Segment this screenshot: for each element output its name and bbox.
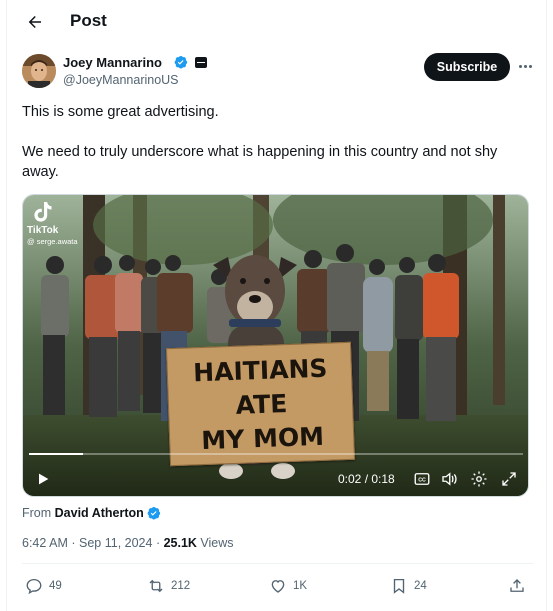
post-time[interactable]: 6:42 AM — [22, 536, 68, 550]
video-timecode: 0:02 / 0:18 — [338, 472, 395, 486]
page-title: Post — [70, 11, 107, 30]
heart-icon — [271, 580, 285, 593]
play-icon[interactable] — [35, 471, 51, 487]
captions-icon[interactable]: CC — [413, 470, 431, 488]
video-player[interactable]: TikTok @ serge.awata HAITIANS ATE MY MOM… — [22, 194, 529, 497]
video-progress-bar[interactable] — [29, 453, 523, 455]
repost-count: 212 — [171, 580, 191, 592]
bookmark-button[interactable]: 24 — [390, 575, 427, 597]
settings-gear-icon[interactable] — [470, 470, 488, 488]
cardboard-sign: HAITIANS ATE MY MOM — [165, 341, 356, 467]
attribution-prefix: From — [22, 506, 52, 520]
views-count: 25.1K — [163, 536, 197, 550]
repost-button[interactable]: 212 — [147, 575, 190, 597]
fullscreen-icon[interactable] — [500, 470, 518, 488]
post-date[interactable]: Sep 11, 2024 — [79, 536, 152, 550]
tiktok-logo-icon — [33, 201, 53, 223]
video-attribution: From David Atherton — [22, 503, 161, 520]
author-row: Joey Mannarino @JoeyMannarinoUS Subscrib… — [22, 53, 537, 90]
reply-button[interactable]: 49 — [25, 575, 62, 597]
divider — [22, 563, 534, 564]
post-meta: 6:42 AM · Sep 11, 2024 · 25.1K Views — [22, 536, 234, 550]
watermark-username: @ serge.awata — [27, 237, 78, 246]
like-button[interactable]: 1K — [269, 575, 307, 597]
avatar[interactable] — [22, 54, 56, 88]
svg-text:CC: CC — [418, 478, 426, 484]
reply-count: 49 — [49, 580, 62, 592]
volume-icon[interactable] — [440, 470, 458, 488]
share-icon — [510, 579, 524, 592]
subscribe-button[interactable]: Subscribe — [424, 53, 510, 81]
avatar-image — [22, 54, 56, 88]
sign-text-line: MY MOM — [200, 421, 325, 456]
more-options-icon[interactable] — [515, 56, 535, 76]
video-progress-fill — [29, 453, 84, 455]
arrow-left-icon — [28, 16, 41, 28]
like-count: 1K — [293, 580, 308, 592]
affiliation-badge-icon — [195, 57, 207, 68]
sign-text-line: HAITIANS — [192, 353, 328, 388]
verified-badge-icon — [147, 507, 161, 520]
tweet-line: We need to truly underscore what is happ… — [22, 144, 498, 180]
header-bar: Post — [7, 0, 548, 44]
verified-badge-icon — [174, 56, 188, 69]
sign-text-line: ATE — [235, 389, 288, 420]
watermark-app-name: TikTok — [27, 225, 59, 236]
share-button[interactable] — [508, 575, 526, 597]
author-name[interactable]: Joey Mannarino — [63, 55, 162, 70]
bookmark-icon — [393, 578, 405, 594]
repost-icon — [149, 579, 163, 593]
attribution-name[interactable]: David Atherton — [55, 506, 144, 520]
tweet-text: This is some great advertising. We need … — [22, 102, 532, 202]
tweet-line: This is some great advertising. — [22, 104, 219, 120]
views-label: Views — [200, 536, 234, 550]
post-column: Post Joey Mannarino @JoeyMannarinoUS Sub… — [6, 0, 547, 611]
bookmark-count: 24 — [414, 580, 427, 592]
author-handle[interactable]: @JoeyMannarinoUS — [63, 73, 179, 87]
back-button[interactable] — [21, 8, 49, 36]
reply-icon — [26, 578, 42, 595]
